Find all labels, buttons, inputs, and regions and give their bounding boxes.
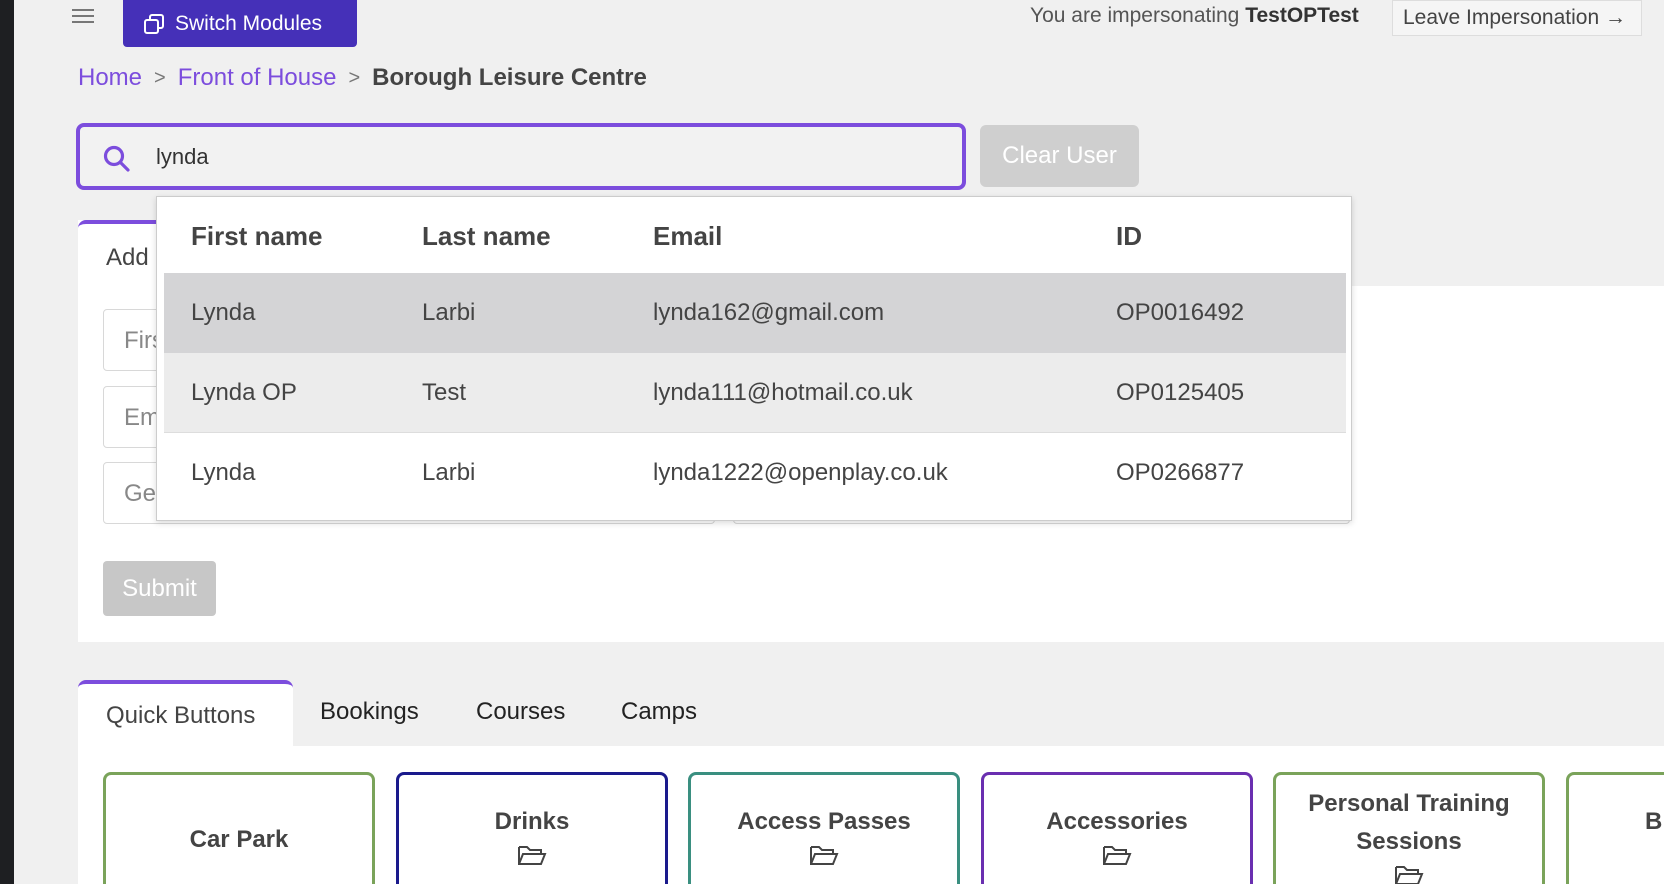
breadcrumb-separator: > [348,66,361,89]
tab-courses[interactable]: Courses [476,680,565,746]
quick-button-partial[interactable]: B [1566,772,1664,884]
user-search-results: First name Last name Email ID Lynda Larb… [156,196,1352,521]
user-search-input[interactable] [156,141,936,173]
result-id: OP0016492 [1116,299,1245,326]
breadcrumb: Home > Front of House > Borough Leisure … [78,64,647,92]
quick-button-access-passes[interactable]: Access Passes [688,772,960,884]
switch-modules-button[interactable]: Switch Modules [123,0,357,47]
quick-button-label: B [1645,808,1663,835]
quick-button-label: Drinks [494,808,570,835]
folder-open-icon [1395,866,1424,884]
tab-quick-buttons[interactable]: Quick Buttons [78,680,293,746]
breadcrumb-front-of-house[interactable]: Front of House [178,64,337,92]
result-email: lynda1222@openplay.co.uk [653,459,948,486]
quick-button-accessories[interactable]: Accessories [981,772,1253,884]
result-first-name: Lynda [191,459,256,486]
column-header-id: ID [1116,220,1142,251]
result-email: lynda162@gmail.com [653,299,885,326]
result-last-name: Larbi [422,459,476,486]
breadcrumb-current: Borough Leisure Centre [372,64,647,91]
leave-impersonation-button[interactable]: Leave Impersonation → [1392,0,1642,36]
breadcrumb-home[interactable]: Home [78,64,142,92]
result-last-name: Larbi [422,299,476,326]
window-edge [0,0,14,884]
impersonated-user: TestOPTest [1245,4,1359,27]
clear-user-button[interactable]: Clear User [980,125,1139,187]
tab-bookings[interactable]: Bookings [320,680,419,746]
search-icon [103,145,130,172]
user-search-box [76,123,966,190]
quick-button-car-park[interactable]: Car Park [103,772,375,884]
result-first-name: Lynda OP [191,378,297,406]
product-tabs: Quick Buttons Bookings Courses Camps [78,680,1664,746]
column-header-email: Email [653,220,723,251]
result-email: lynda111@hotmail.co.uk [653,378,913,406]
tab-camps[interactable]: Camps [621,680,697,746]
quick-button-drinks[interactable]: Drinks [396,772,668,884]
quick-button-label: Personal Training Sessions [1308,790,1510,855]
result-id: OP0266877 [1116,459,1245,486]
hamburger-menu-icon[interactable] [72,6,94,26]
folder-open-icon [518,846,547,865]
quick-button-label: Access Passes [737,808,911,835]
column-header-last-name: Last name [422,220,551,251]
impersonation-notice: You are impersonating TestOPTest [1030,4,1359,27]
quick-button-label: Accessories [1046,808,1188,835]
result-id: OP0125405 [1116,378,1245,406]
quick-button-personal-training[interactable]: Personal Training Sessions [1273,772,1545,884]
result-row[interactable]: Lynda Larbi lynda1222@openplay.co.uk OP0… [164,433,1346,513]
submit-button[interactable]: Submit [103,561,216,616]
quick-button-label: Car Park [189,826,289,853]
copy-icon [144,13,164,34]
results-header-row: First name Last name Email ID [164,197,1346,275]
switch-modules-label: Switch Modules [175,11,323,35]
result-row[interactable]: Lynda Larbi lynda162@gmail.com OP0016492 [164,273,1346,353]
folder-open-icon [1103,846,1132,865]
column-header-first-name: First name [191,220,323,251]
result-row[interactable]: Lynda OP Test lynda111@hotmail.co.uk OP0… [164,353,1346,433]
result-first-name: Lynda [191,299,256,326]
breadcrumb-separator: > [154,66,166,89]
folder-open-icon [810,846,839,865]
result-last-name: Test [422,378,467,406]
